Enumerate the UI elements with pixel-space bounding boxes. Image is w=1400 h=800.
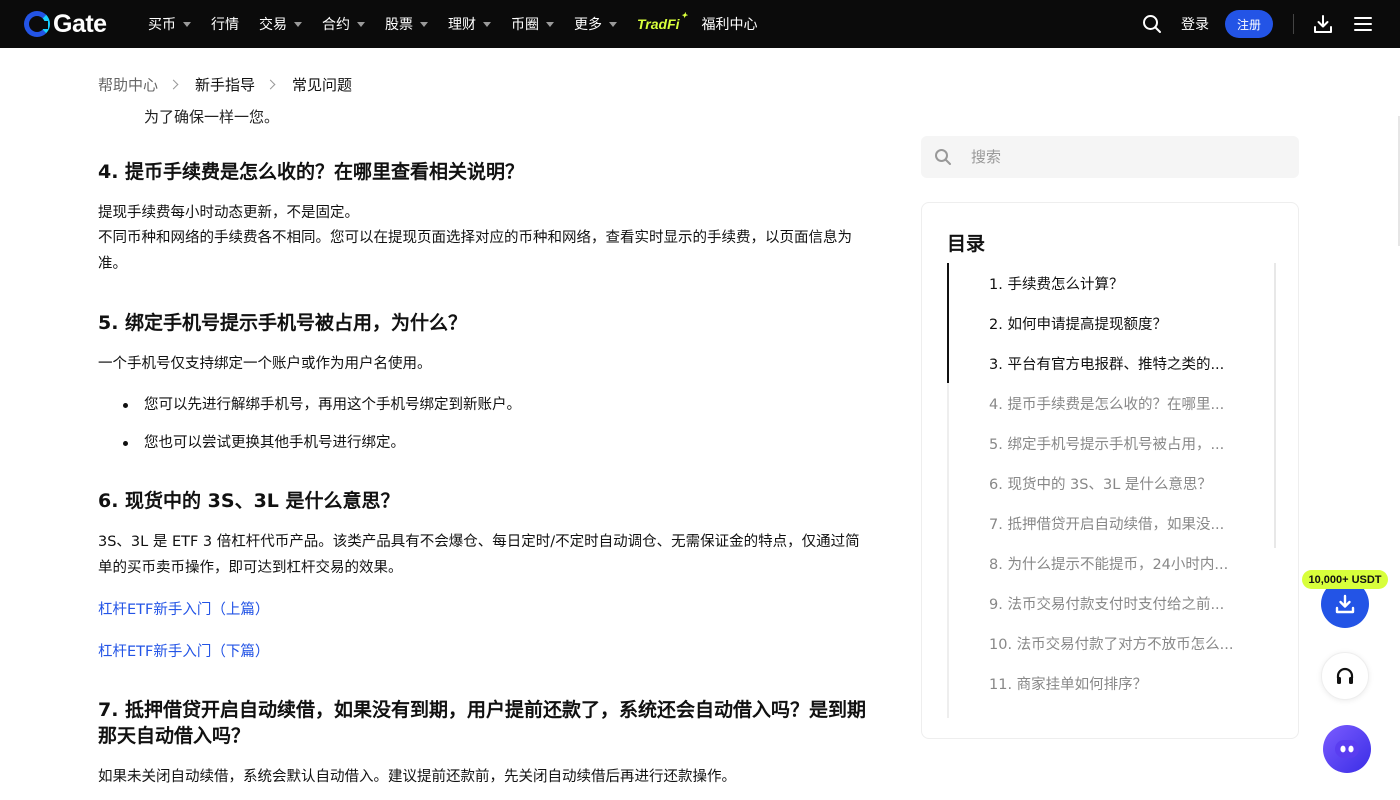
bullet-dot [123,403,128,408]
chevron-right-icon [265,79,276,90]
nav-item-earn[interactable]: 理财 [448,14,491,34]
toc-item[interactable]: 8. 为什么提示不能提币，24小时内... [989,553,1251,574]
toc-item[interactable]: 10. 法币交易付款了对方不放币怎么... [989,633,1251,654]
breadcrumb-beginner-guide[interactable]: 新手指导 [195,74,255,95]
breadcrumb-faq: 常见问题 [292,76,353,94]
nav-item-tradfi[interactable]: TradFi [637,11,687,32]
nav-item-trade[interactable]: 交易 [259,14,302,34]
paragraph: 提现手续费每小时动态更新，不是固定。 [98,205,359,221]
breadcrumb-help-center[interactable]: 帮助中心 [98,74,158,95]
toc-item[interactable]: 11. 商家挂单如何排序？ [989,673,1251,694]
etf-guide-link-part2[interactable]: 杠杆ETF新手入门（下篇） [98,640,269,661]
nav-item-buy-crypto[interactable]: 买币 [148,14,191,34]
toc-item[interactable]: 9. 法币交易付款支付时支付给之前... [989,593,1251,614]
paragraph: 3S、3L 是 ETF 3 倍杠杆代币产品。该类产品具有不会爆仓、每日定时/不定… [98,534,860,576]
toc-item[interactable]: 1. 手续费怎么计算？ [989,273,1251,294]
search-icon [933,147,953,167]
menu-icon[interactable] [1352,13,1374,35]
section-heading: 7. 抵押借贷开启自动续借，如果没有到期，用户提前还款了，系统还会自动借入吗？是… [98,699,867,747]
search-box [921,136,1299,178]
caret-down-icon [357,21,365,27]
nav-label: 交易 [259,17,287,33]
breadcrumb: 帮助中心 新手指导 常见问题 [98,74,359,95]
caret-down-icon [294,21,302,27]
gate-logo-icon [24,11,50,37]
toc-scrollbar[interactable] [1274,263,1276,548]
bullet-dot [123,441,128,446]
nav-label: 币圈 [511,17,539,33]
caret-down-icon [183,21,191,27]
register-button[interactable]: 注册 [1225,10,1273,38]
chevron-right-icon [168,79,179,90]
headset-icon [1336,667,1354,684]
header-divider [1293,14,1294,34]
table-of-contents: 目录 1. 手续费怎么计算？ 2. 如何申请提高提现额度？ 3. 平台有官方电报… [921,202,1299,739]
nav-item-more[interactable]: 更多 [574,14,617,34]
paragraph: 不同币种和网络的手续费各不相同。您可以在提现页面选择对应的币种和网络，查看实时显… [98,230,852,272]
toc-active-indicator [947,263,949,383]
toc-item[interactable]: 7. 抵押借贷开启自动续借，如果没... [989,513,1251,534]
nav-label: 行情 [211,17,239,33]
toc-item[interactable]: 5. 绑定手机号提示手机号被占用，... [989,433,1251,454]
section-heading: 6. 现货中的 3S、3L 是什么意思？ [98,490,400,512]
top-nav-bar: Gate 买币 行情 交易 合约 股票 理财 币圈 更多 TradFi 福利中心… [0,0,1400,48]
section-heading: 5. 绑定手机号提示手机号被占用，为什么？ [98,312,468,334]
section-heading: 4. 提币手续费是怎么收的？在哪里查看相关说明？ [98,161,525,183]
etf-guide-link-part1[interactable]: 杠杆ETF新手入门（上篇） [98,598,269,619]
promo-badge[interactable]: 10,000+ USDT [1302,570,1388,589]
cut-off-text: 为了确保一样一您。 [144,108,280,124]
search-input[interactable] [971,148,1271,166]
gate-logo[interactable]: Gate [24,9,107,38]
logo-text: Gate [53,9,107,38]
search-icon[interactable] [1141,13,1163,35]
toc-item[interactable]: 4. 提币手续费是怎么收的？在哪里... [989,393,1251,414]
ai-assistant-button[interactable] [1323,725,1371,773]
caret-down-icon [609,21,617,27]
nav-item-futures[interactable]: 合约 [322,14,365,34]
nav-item-stocks[interactable]: 股票 [385,14,428,34]
nav-item-welfare-center[interactable]: 福利中心 [702,14,758,34]
nav-label: 理财 [448,17,476,33]
nav-label: 合约 [322,17,350,33]
caret-down-icon [546,21,554,27]
nav-item-community[interactable]: 币圈 [511,14,554,34]
list-item: 您也可以尝试更换其他手机号进行绑定。 [144,435,405,451]
header-actions: 登录 注册 [1141,0,1400,48]
nav-label: 更多 [574,17,602,33]
download-icon[interactable] [1312,13,1334,35]
toc-title: 目录 [947,233,986,255]
list-item: 您可以先进行解绑手机号，再用这个手机号绑定到新账户。 [144,397,521,413]
bot-face-icon [1335,740,1359,758]
toc-item[interactable]: 3. 平台有官方电报群、推特之类的... [989,353,1251,374]
download-icon [1335,594,1355,614]
paragraph: 一个手机号仅支持绑定一个账户或作为用户名使用。 [98,356,432,372]
nav-item-markets[interactable]: 行情 [211,14,239,34]
customer-support-button[interactable] [1321,652,1369,700]
nav-label: 股票 [385,17,413,33]
main-nav: 买币 行情 交易 合约 股票 理财 币圈 更多 TradFi 福利中心 [148,0,778,48]
paragraph: 如果未关闭自动续借，系统会默认自动借入。建议提前还款前，先关闭自动续借后再进行还… [98,769,736,785]
caret-down-icon [420,21,428,27]
nav-label: 买币 [148,17,176,33]
toc-item[interactable]: 2. 如何申请提高提现额度？ [989,313,1251,334]
login-link[interactable]: 登录 [1181,14,1209,34]
toc-item[interactable]: 6. 现货中的 3S、3L 是什么意思？ [989,473,1251,494]
article-content: 为了确保一样一您。 4. 提币手续费是怎么收的？在哪里查看相关说明？ 提现手续费… [98,100,873,800]
caret-down-icon [483,21,491,27]
